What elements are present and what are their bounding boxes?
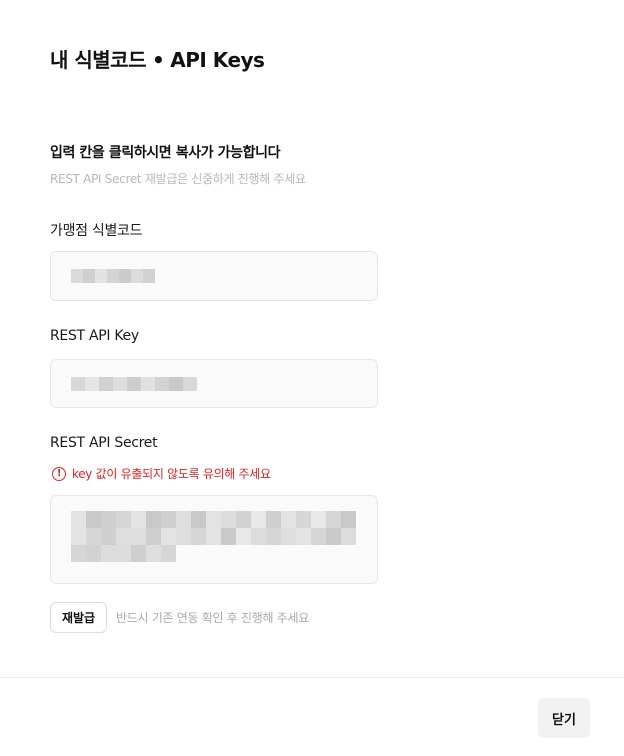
close-button[interactable]: 닫기 [538, 698, 590, 738]
copy-notice: 입력 칸을 클릭하시면 복사가 가능합니다 [50, 145, 281, 161]
reissue-button[interactable]: 재발급 [50, 602, 107, 633]
exclamation-circle-icon: ! [52, 466, 66, 481]
rest-api-key-field[interactable] [50, 359, 378, 408]
reissue-caution: REST API Secret 재발급은 신중하게 진행해 주세요 [50, 172, 306, 186]
rest-api-secret-masked-value [71, 511, 356, 562]
merchant-code-masked-value [71, 269, 155, 283]
rest-api-secret-label: REST API Secret [50, 435, 158, 451]
reissue-hint: 반드시 기존 연동 확인 후 진행해 주세요 [116, 611, 309, 625]
title-main: 내 식별코드 [50, 48, 146, 72]
title-separator: • [151, 48, 165, 72]
footer-divider [0, 677, 624, 678]
title-sub: API Keys [170, 48, 265, 72]
rest-api-secret-field[interactable] [50, 495, 378, 584]
secret-warning-text: key 값이 유출되지 않도록 유의해 주세요 [72, 467, 271, 481]
rest-api-key-label: REST API Key [50, 328, 139, 344]
merchant-code-field[interactable] [50, 251, 378, 301]
page-title: 내 식별코드 • API Keys [50, 44, 265, 73]
rest-api-key-masked-value [71, 376, 197, 391]
secret-warning: ! key 값이 유출되지 않도록 유의해 주세요 [52, 465, 271, 482]
merchant-code-label: 가맹점 식별코드 [50, 223, 143, 239]
